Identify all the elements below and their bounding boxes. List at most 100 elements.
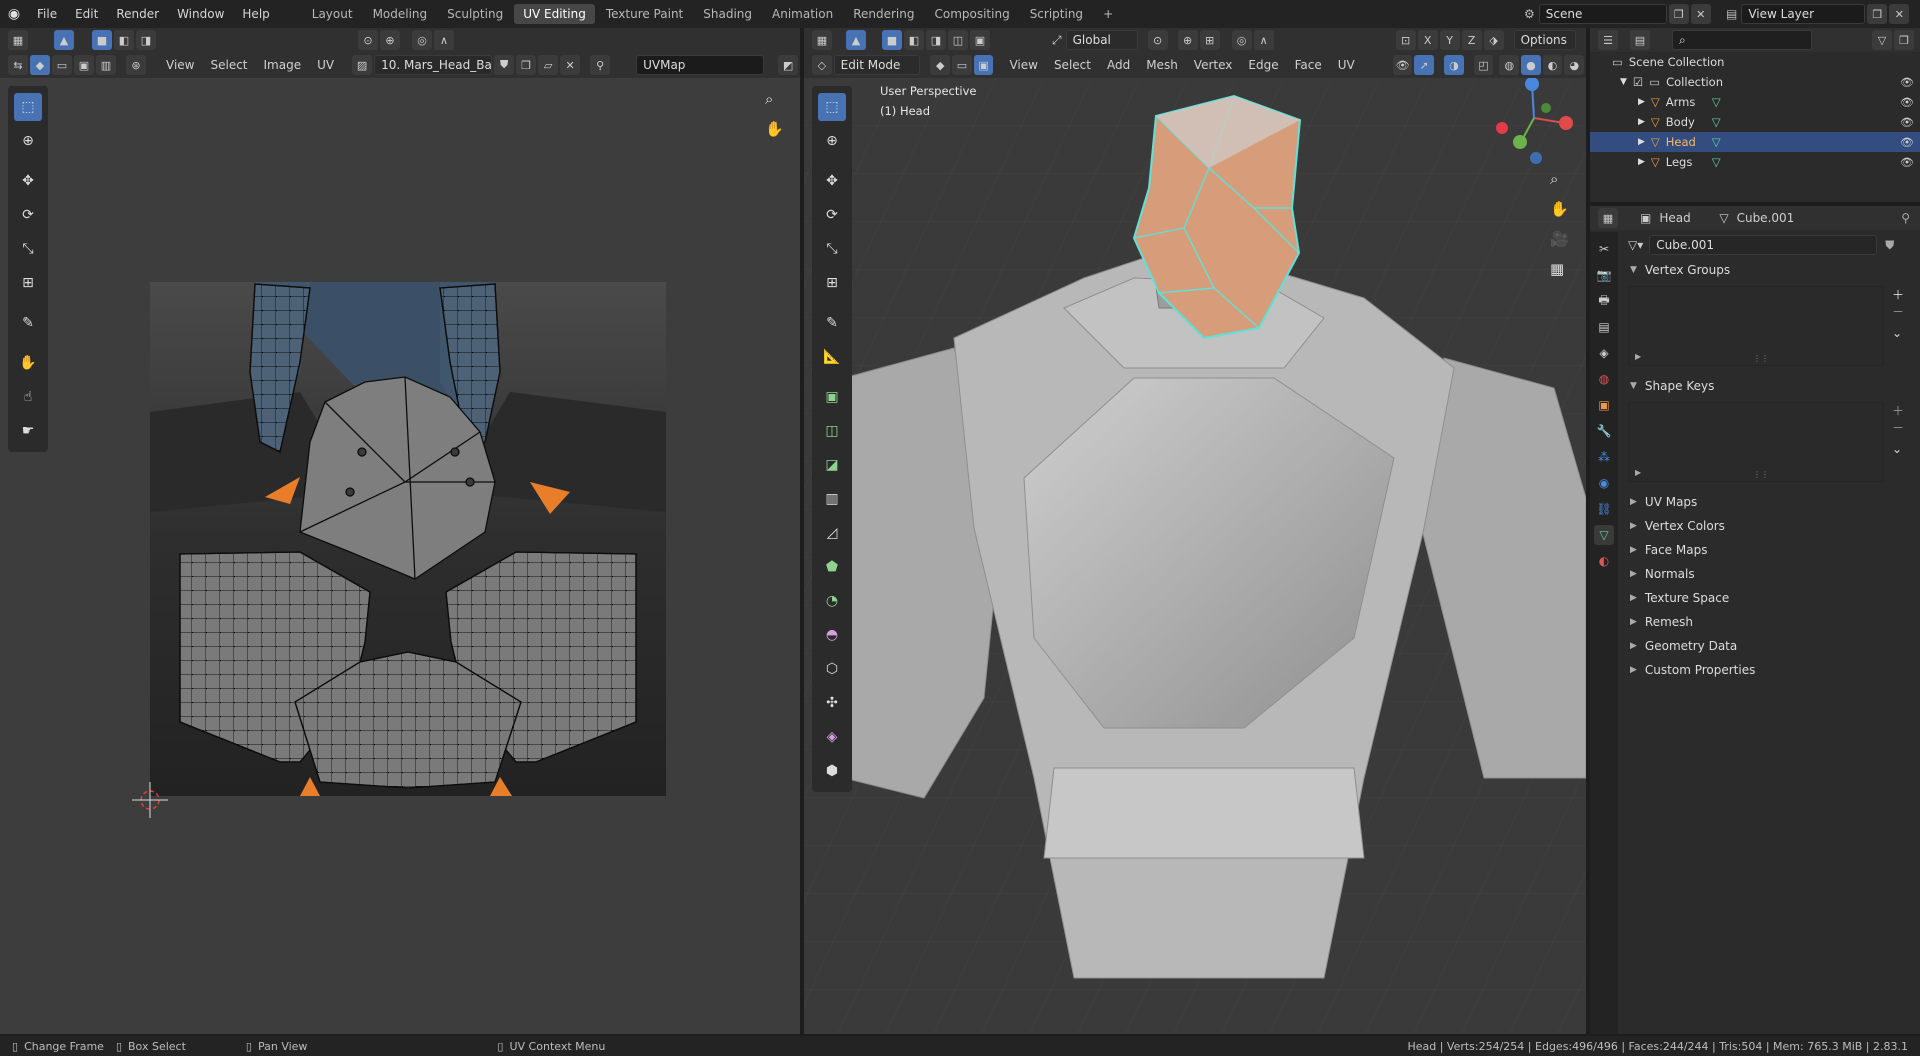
- scene-field[interactable]: Scene: [1538, 4, 1667, 24]
- gizmo-neg-z-axis[interactable]: [1530, 152, 1542, 164]
- outliner-row-arms[interactable]: ▶ ▽ Arms ▽ 👁: [1590, 92, 1920, 112]
- mesh-browse-icon[interactable]: ▽▾: [1628, 238, 1643, 252]
- shading-material-icon[interactable]: ◐: [1542, 55, 1563, 75]
- vertex-select-icon[interactable]: ◆: [30, 55, 50, 75]
- viewport-select-intersect-icon[interactable]: ▣: [970, 30, 990, 50]
- viewport-menu-face[interactable]: Face: [1287, 52, 1330, 78]
- mirror-y-icon[interactable]: Y: [1439, 30, 1460, 50]
- custom-properties-expand-icon[interactable]: ▶: [1630, 665, 1637, 675]
- snap-icon[interactable]: ⊕: [380, 30, 400, 50]
- shape-key-menu-icon[interactable]: ⌄: [1892, 442, 1904, 456]
- face-maps-expand-icon[interactable]: ▶: [1630, 545, 1637, 555]
- mode-dropdown[interactable]: Edit Mode: [833, 55, 921, 75]
- vertex-groups-resize-icon[interactable]: ⋮⋮: [1753, 354, 1769, 363]
- viewport-menu-add[interactable]: Add: [1099, 52, 1138, 78]
- vp-camera-icon[interactable]: 🎥: [1550, 230, 1569, 248]
- tab-animation[interactable]: Animation: [763, 4, 842, 24]
- select-mode-subtract-icon[interactable]: ◨: [136, 30, 156, 50]
- shear-icon[interactable]: ◈: [818, 723, 846, 751]
- blender-logo-icon[interactable]: ◉: [0, 6, 28, 22]
- sticky-select-icon[interactable]: ⊛: [126, 55, 146, 75]
- proportional-edit-icon[interactable]: ◎: [1231, 30, 1252, 50]
- viewport-menu-mesh[interactable]: Mesh: [1138, 52, 1186, 78]
- outliner-search-input[interactable]: ⌕: [1672, 30, 1812, 50]
- new-scene-icon[interactable]: ❐: [1668, 4, 1689, 24]
- menu-render[interactable]: Render: [107, 0, 168, 28]
- object-tab-icon[interactable]: ▣: [1594, 395, 1614, 415]
- editor-type-icon[interactable]: ▦: [8, 30, 28, 50]
- body-eye-icon[interactable]: 👁: [1900, 116, 1914, 129]
- constraints-tab-icon[interactable]: ⛓: [1594, 499, 1614, 519]
- pin-icon[interactable]: ⚲: [590, 55, 611, 75]
- proportional-icon[interactable]: ◎: [412, 30, 432, 50]
- options-dropdown[interactable]: Options: [1513, 30, 1576, 50]
- output-tab-icon[interactable]: 🖶: [1594, 291, 1614, 311]
- remesh-expand-icon[interactable]: ▶: [1630, 617, 1637, 627]
- vp-measure-icon[interactable]: 📐: [818, 343, 846, 371]
- vp-scale-icon[interactable]: ⤡: [818, 235, 846, 263]
- texture-space-expand-icon[interactable]: ▶: [1630, 593, 1637, 603]
- normals-expand-icon[interactable]: ▶: [1630, 569, 1637, 579]
- shading-solid-icon[interactable]: ●: [1521, 55, 1541, 75]
- viewport-3d[interactable]: ▦ ▲ ■ ◧ ◨ ◫ ▣ ⤢ Global ⊙ ⊕ ⊞ ◎ ∧ ⊡ X Y Z…: [804, 28, 1586, 1034]
- uv-menu-select[interactable]: Select: [202, 52, 255, 78]
- display-channels-icon[interactable]: ◩: [778, 55, 799, 75]
- island-select-icon[interactable]: ▥: [96, 55, 116, 75]
- tab-uv-editing[interactable]: UV Editing: [514, 4, 595, 24]
- proportional-falloff-icon[interactable]: ∧: [1253, 30, 1274, 50]
- vp-annotate-icon[interactable]: ✎: [818, 309, 846, 337]
- outliner-row-legs[interactable]: ▶ ▽ Legs ▽ 👁: [1590, 152, 1920, 172]
- bevel-icon[interactable]: ◪: [818, 451, 846, 479]
- overlay-icon[interactable]: ◑: [1444, 55, 1464, 75]
- new-collection-icon[interactable]: ❐: [1894, 30, 1914, 50]
- select-mode-new-icon[interactable]: ■: [92, 30, 112, 50]
- uv-2d-cursor-icon[interactable]: [128, 778, 172, 822]
- auto-merge-icon[interactable]: ⬗: [1483, 30, 1504, 50]
- vertex-colors-expand-icon[interactable]: ▶: [1630, 521, 1637, 531]
- outliner-editor-type-icon[interactable]: ☰: [1598, 30, 1618, 50]
- orientation-dropdown[interactable]: Global: [1065, 30, 1138, 50]
- grab-icon[interactable]: ✋: [14, 349, 42, 377]
- relax-icon[interactable]: ☝: [14, 383, 42, 411]
- uv-map-field[interactable]: UVMap: [636, 55, 765, 75]
- shape-key-remove-icon[interactable]: －: [1892, 419, 1904, 436]
- uv-maps-expand-icon[interactable]: ▶: [1630, 497, 1637, 507]
- body-expand-icon[interactable]: ▶: [1638, 117, 1645, 127]
- gizmo-neg-y-axis[interactable]: [1541, 103, 1551, 113]
- viewport-menu-vertex[interactable]: Vertex: [1186, 52, 1241, 78]
- panel-face-maps[interactable]: ▶ Face Maps: [1620, 538, 1920, 562]
- tab-texture-paint[interactable]: Texture Paint: [597, 4, 692, 24]
- vp-pan-icon[interactable]: ✋: [1550, 200, 1569, 218]
- modifier-tab-icon[interactable]: 🔧: [1594, 421, 1614, 441]
- arms-mesh-icon[interactable]: ▽: [1712, 95, 1721, 109]
- outliner-row-body[interactable]: ▶ ▽ Body ▽ 👁: [1590, 112, 1920, 132]
- shape-keys-list-expand-icon[interactable]: ▶: [1635, 468, 1641, 477]
- tab-rendering[interactable]: Rendering: [844, 4, 923, 24]
- viewport-menu-select[interactable]: Select: [1046, 52, 1099, 78]
- viewport-select-invert-icon[interactable]: ◫: [948, 30, 968, 50]
- vertex-groups-list-expand-icon[interactable]: ▶: [1635, 352, 1641, 361]
- pivot-point-icon[interactable]: ⊙: [1147, 30, 1168, 50]
- gizmo-y-axis[interactable]: [1513, 135, 1527, 149]
- inset-icon[interactable]: ◫: [818, 417, 846, 445]
- collection-expand-icon[interactable]: ▼: [1620, 77, 1627, 87]
- mirror-x-icon[interactable]: X: [1417, 30, 1438, 50]
- panel-normals[interactable]: ▶ Normals: [1620, 562, 1920, 586]
- panel-uv-maps[interactable]: ▶ UV Maps: [1620, 490, 1920, 514]
- new-image-icon[interactable]: ❐: [516, 55, 537, 75]
- viewport-select-new-icon[interactable]: ■: [882, 30, 902, 50]
- rotate-icon[interactable]: ⟳: [14, 201, 42, 229]
- annotate-icon[interactable]: ✎: [14, 309, 42, 337]
- shading-rendered-icon[interactable]: ◕: [1564, 55, 1585, 75]
- viewport-menu-uv[interactable]: UV: [1330, 52, 1363, 78]
- mesh-name-field[interactable]: Cube.001: [1649, 235, 1878, 255]
- view-layer-tab-icon[interactable]: ▤: [1594, 317, 1614, 337]
- edge-select-icon[interactable]: ▭: [52, 55, 72, 75]
- shape-keys-list[interactable]: ▶ ⋮⋮: [1628, 402, 1884, 482]
- menu-edit[interactable]: Edit: [66, 0, 107, 28]
- transform-icon[interactable]: ⊞: [14, 269, 42, 297]
- viewport-select-subtract-icon[interactable]: ◨: [926, 30, 946, 50]
- view-layer-field[interactable]: View Layer: [1741, 4, 1866, 24]
- vp-cursor-icon[interactable]: ⊕: [818, 127, 846, 155]
- head-eye-icon[interactable]: 👁: [1900, 136, 1914, 149]
